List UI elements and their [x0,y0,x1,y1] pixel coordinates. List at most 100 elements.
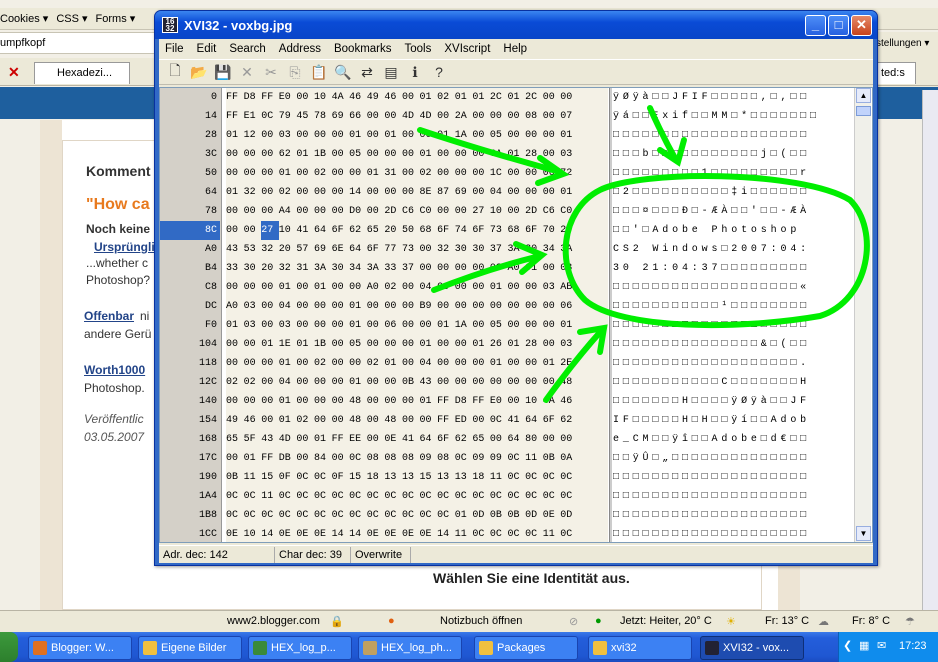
hex-byte[interactable]: 32 [437,240,455,259]
hex-byte[interactable]: 00 [402,411,420,430]
hex-byte[interactable]: D0 [349,202,367,221]
hex-byte[interactable]: 00 [367,373,385,392]
hex-byte[interactable]: 0C [367,487,385,506]
hex-byte[interactable]: 31 [296,259,314,278]
hex-byte[interactable]: 6F [332,221,350,240]
hex-byte[interactable]: 00 [472,278,490,297]
hex-byte[interactable]: 02 [244,373,262,392]
hex-byte[interactable]: 13 [455,468,473,487]
hex-byte[interactable]: 73 [402,240,420,259]
char-row[interactable]: ÿá□□Exif□□MM□*□□□□□□□ [613,107,849,126]
hex-byte[interactable]: 30 [332,259,350,278]
hex-byte[interactable]: 0C [525,468,543,487]
paste-icon[interactable]: 📋 [307,61,331,83]
hex-byte[interactable]: 87 [437,183,455,202]
hex-byte[interactable]: 00 [296,126,314,145]
hex-byte[interactable]: 00 [332,297,350,316]
new-icon[interactable]: 🗋 [163,61,187,83]
hex-byte[interactable]: 03 [560,335,578,354]
hex-byte[interactable]: 0C [437,487,455,506]
replace-icon[interactable]: ⇄ [355,61,379,83]
hex-byte[interactable]: 01 [349,297,367,316]
hex-byte[interactable]: 49 [226,411,244,430]
hex-byte[interactable]: 00 [402,335,420,354]
hex-byte[interactable]: 00 [543,183,561,202]
hex-byte[interactable]: 00 [472,164,490,183]
hex-byte[interactable]: 00 [296,449,314,468]
hex-byte[interactable]: 00 [261,164,279,183]
hex-byte[interactable]: 32 [244,183,262,202]
hex-byte[interactable]: 02 [384,278,402,297]
hex-byte[interactable]: 64 [314,221,332,240]
hex-byte[interactable]: 48 [349,411,367,430]
char-row[interactable]: □□□□□□□□□□□□□□□&□(□□ [613,335,849,354]
hex-byte[interactable]: 00 [226,164,244,183]
hex-byte[interactable]: 0C [560,525,578,544]
hex-byte[interactable]: 0C [402,487,420,506]
hex-byte[interactable]: 0C [508,449,526,468]
hex-byte[interactable]: 64 [349,240,367,259]
char-row[interactable]: □□□b□□□□□□□□□□□j□(□□ [613,145,849,164]
hex-byte[interactable]: 00 [543,259,561,278]
char-row[interactable]: ÿØÿà□□JFIF□□□□□,□,□□ [613,88,849,107]
hex-byte[interactable]: 0C [420,506,438,525]
hex-byte[interactable]: 4A [332,88,350,107]
hex-byte[interactable]: 46 [560,392,578,411]
hex-byte[interactable]: 37 [490,240,508,259]
hex-byte[interactable]: 0C [560,468,578,487]
find-icon[interactable]: 🔍 [331,61,355,83]
hex-byte[interactable]: 0C [314,468,332,487]
hex-byte[interactable]: 01 [543,354,561,373]
hex-byte[interactable]: 4D [279,430,297,449]
scroll-down-icon[interactable]: ▼ [856,526,871,541]
hex-byte[interactable]: 09 [472,449,490,468]
hex-byte[interactable]: 0E [279,525,297,544]
hex-row[interactable]: 01 12 00 03 00 00 00 01 00 01 00 00 01 1A 00 05 00 00 00 01 [226,126,608,145]
menu-tools[interactable]: Tools [399,43,439,55]
hex-byte[interactable]: 00 [367,126,385,145]
hex-byte[interactable]: 01 [226,316,244,335]
hex-byte[interactable]: E0 [490,392,508,411]
hex-byte[interactable]: 00 [367,145,385,164]
hex-byte[interactable]: 00 [261,202,279,221]
hex-byte[interactable]: FF [332,430,350,449]
hex-byte[interactable]: 0C [525,525,543,544]
hex-byte[interactable]: 00 [472,373,490,392]
hex-byte[interactable]: 69 [455,183,473,202]
hex-byte[interactable]: EE [349,430,367,449]
hex-byte[interactable]: 6F [437,221,455,240]
hex-byte[interactable]: 00 [508,392,526,411]
vertical-scrollbar[interactable]: ▲ ▼ [854,88,871,542]
hex-byte[interactable]: 02 [279,183,297,202]
hex-byte[interactable]: 00 [314,373,332,392]
hex-byte[interactable]: 0C [437,506,455,525]
hex-byte[interactable]: 02 [420,164,438,183]
menu-xviscript[interactable]: XVIscript [438,43,497,55]
hex-byte[interactable]: 01 [314,430,332,449]
start-button[interactable] [0,632,18,662]
hex-byte[interactable]: FF [437,392,455,411]
hex-byte[interactable]: 00 [402,354,420,373]
hex-byte[interactable]: 0C [244,506,262,525]
hex-byte[interactable]: 0D [525,506,543,525]
hex-byte[interactable]: 0E [402,525,420,544]
hex-byte[interactable]: 01 [420,88,438,107]
hex-byte[interactable]: 07 [560,107,578,126]
menu-help[interactable]: Help [497,43,534,55]
hex-byte[interactable]: 6F [525,221,543,240]
hex-byte[interactable]: 05 [490,316,508,335]
hex-byte[interactable]: 05 [349,145,367,164]
hex-byte[interactable]: 0C [490,487,508,506]
hex-byte[interactable]: 74 [455,221,473,240]
hex-byte[interactable]: 3A [367,259,385,278]
hex-byte[interactable]: D8 [455,392,473,411]
hex-byte[interactable]: 00 [244,335,262,354]
hex-byte[interactable]: 00 [332,354,350,373]
hex-byte[interactable]: D8 [244,88,262,107]
char-row[interactable]: □□□□□□□□□□□□□□□□□□□□ [613,468,849,487]
tray-mail-icon[interactable]: ✉ [877,639,886,652]
hex-byte[interactable]: 00 [525,183,543,202]
hex-byte[interactable]: 01 [279,278,297,297]
hex-byte[interactable]: 01 [226,126,244,145]
hex-byte[interactable]: 41 [402,430,420,449]
